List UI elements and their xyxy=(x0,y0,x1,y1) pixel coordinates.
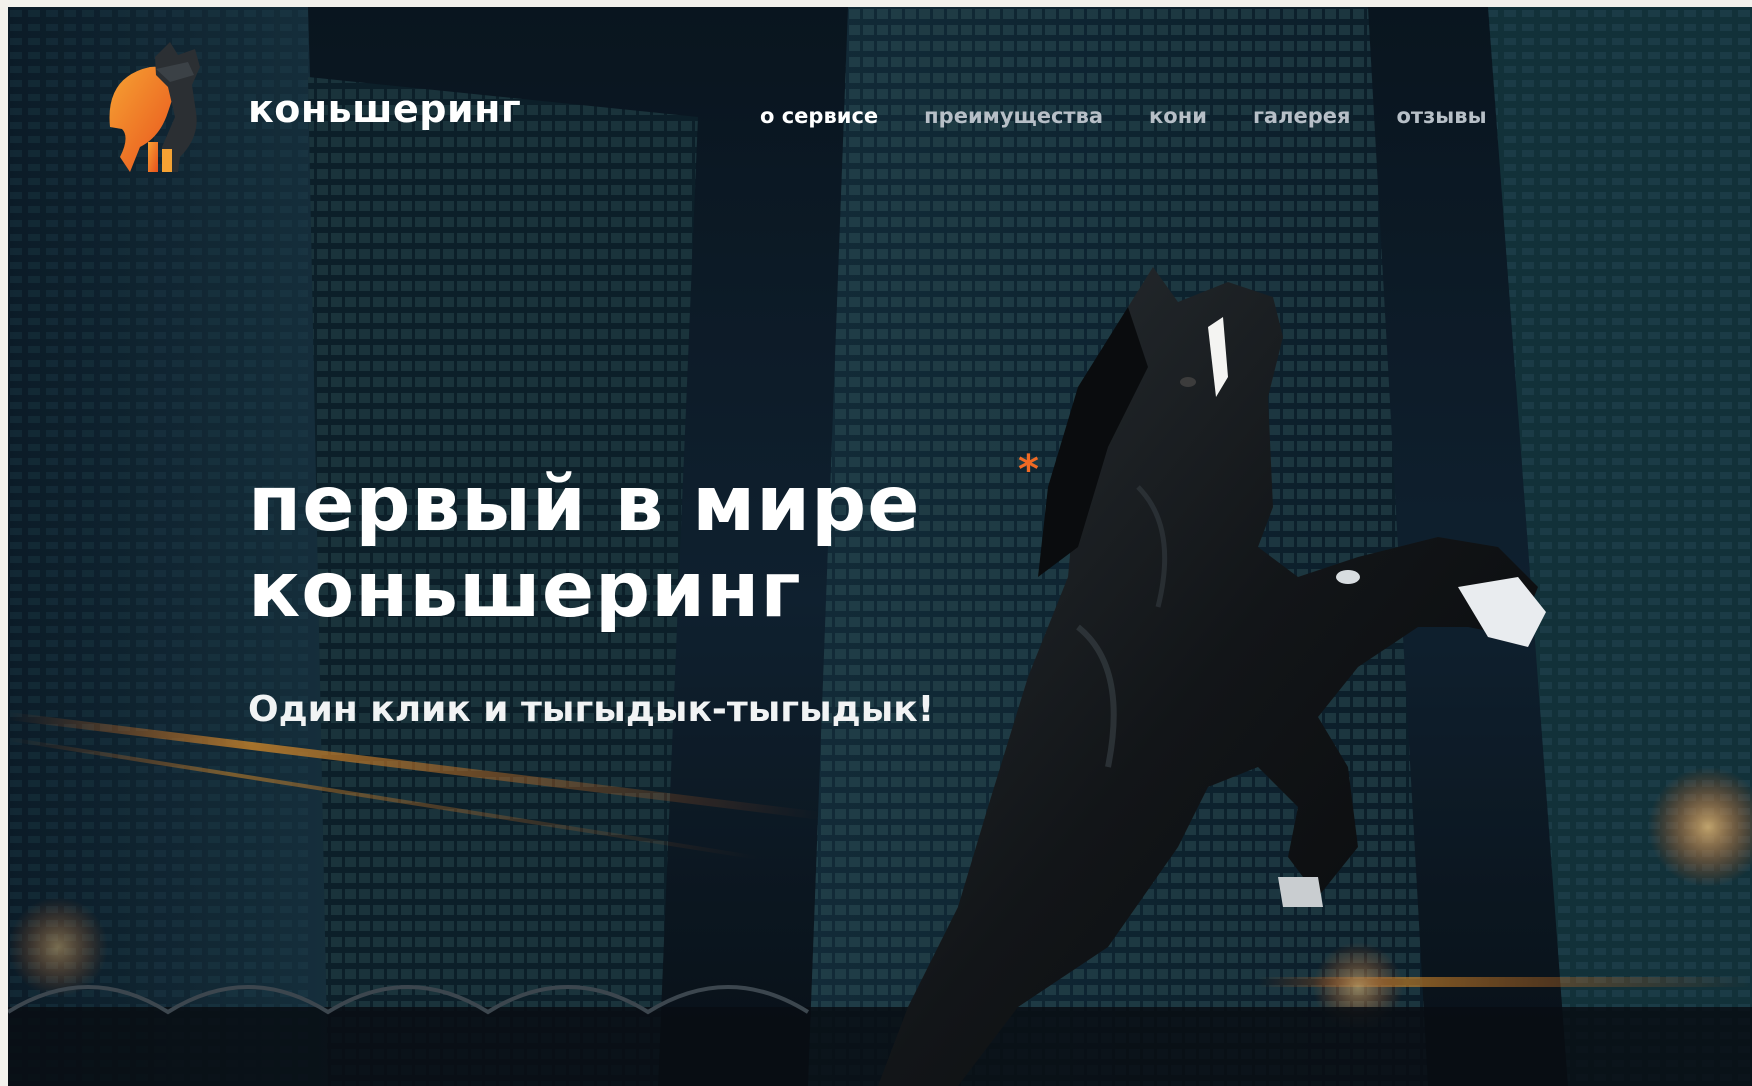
nav-item-horses[interactable]: кони xyxy=(1149,104,1207,128)
horse-image xyxy=(878,267,1546,1086)
nav-item-reviews[interactable]: отзывы xyxy=(1396,104,1486,128)
hero-title-line-2: коньшеринг xyxy=(248,546,802,635)
horse-logo-icon[interactable] xyxy=(100,37,220,187)
nav-item-gallery[interactable]: галерея xyxy=(1253,104,1351,128)
brand-name[interactable]: коньшеринг xyxy=(248,87,521,131)
hero-subtitle: Один клик и тыгыдык-тыгыдык! xyxy=(248,689,935,730)
hero-title: первый в мире коньшеринг xyxy=(248,462,920,634)
hero-title-line-1: первый в мире xyxy=(248,460,921,549)
landing-page: коньшеринг о сервисе преимущества кони г… xyxy=(8,7,1752,1086)
main-nav: о сервисе преимущества кони галерея отзы… xyxy=(760,104,1487,128)
nav-item-advantages[interactable]: преимущества xyxy=(924,104,1103,128)
nav-item-about[interactable]: о сервисе xyxy=(760,104,878,128)
site-header: коньшеринг о сервисе преимущества кони г… xyxy=(8,7,1752,207)
footnote-asterisk: * xyxy=(1018,447,1039,493)
